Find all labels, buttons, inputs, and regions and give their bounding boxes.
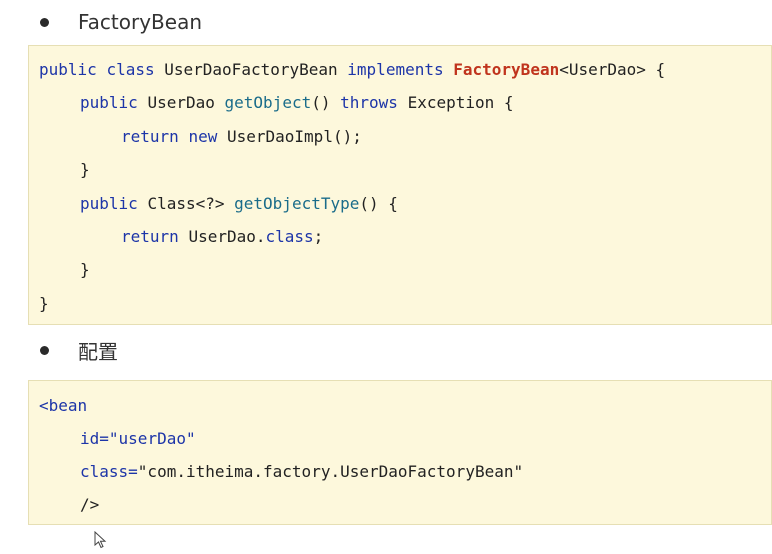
keyword: throws [340,93,398,112]
return-value: UserDao. [188,227,266,246]
keyword: public [80,93,138,112]
code-line-1: public class UserDaoFactoryBean implemen… [39,60,665,80]
class-name: UserDaoFactoryBean [164,60,338,79]
generic-type: <UserDao> { [559,60,666,79]
keyword: public [39,60,97,79]
parens: () [311,93,331,112]
xml-line-4: /> [80,495,100,514]
bullet-dot-icon [40,346,49,355]
mouse-pointer-icon [94,531,107,549]
bullet-config: 配置 [40,336,118,365]
code-line-6: return UserDao.class; [121,227,323,247]
code-line-3: return new UserDaoImpl(); [121,127,362,147]
code-line-4: } [80,160,90,179]
xml-line-2: id="userDao" [80,429,196,449]
keyword: public [80,194,138,213]
return-type: UserDao [147,93,215,112]
interface-name: FactoryBean [453,60,560,79]
xml-code-block: <bean id="userDao" class="com.itheima.fa… [28,380,772,525]
keyword: new [188,127,218,146]
method-name: getObject [224,93,312,112]
keyword: return [121,227,179,246]
keyword: return [121,127,179,146]
semicolon: ; [313,227,324,246]
attribute-value: "com.itheima.factory.UserDaoFactoryBean" [137,462,524,481]
java-code-block: public class UserDaoFactoryBean implemen… [28,45,772,325]
method-name: getObjectType [234,194,360,213]
return-type: Class<?> [147,194,225,213]
xml-line-1: <bean [39,396,88,415]
code-line-2: public UserDao getObject() throws Except… [80,93,514,113]
bullet-label: FactoryBean [78,10,203,34]
attribute-name: class= [80,462,138,481]
keyword: implements [347,60,444,79]
code-line-5: public Class<?> getObjectType() { [80,194,398,214]
xml-line-3: class="com.itheima.factory.UserDaoFactor… [80,462,523,482]
attribute-name: id= [80,429,109,448]
bullet-factorybean: FactoryBean [40,10,202,34]
code-line-8: } [39,294,49,313]
attribute-value: "userDao" [108,429,196,448]
bullet-label: 配置 [78,340,118,364]
keyword: class [265,227,314,246]
code-line-7: } [80,260,90,279]
keyword: class [106,60,155,79]
exception-type: Exception { [407,93,514,112]
constructor-call: UserDaoImpl(); [226,127,362,146]
bullet-dot-icon [40,17,49,27]
method-rest: () { [359,194,398,213]
